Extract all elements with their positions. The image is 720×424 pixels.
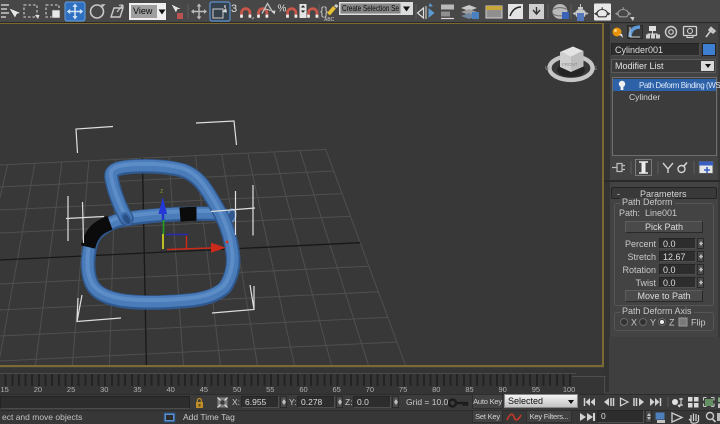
svg-text:X: X (631, 318, 637, 328)
svg-text:E: E (594, 66, 598, 72)
svg-text:%: % (278, 4, 287, 15)
svg-text:View: View (133, 6, 153, 16)
svg-text:{}: {} (320, 4, 328, 18)
svg-text:W: W (545, 66, 550, 72)
svg-text:Y: Y (650, 318, 656, 328)
svg-text:Create Selection Se: Create Selection Se (342, 4, 399, 13)
svg-text:z: z (160, 188, 164, 195)
svg-text:3: 3 (231, 3, 237, 15)
svg-text:Z: Z (669, 318, 675, 328)
svg-text:FRONT: FRONT (562, 62, 578, 67)
svg-text:Flip: Flip (691, 318, 706, 328)
